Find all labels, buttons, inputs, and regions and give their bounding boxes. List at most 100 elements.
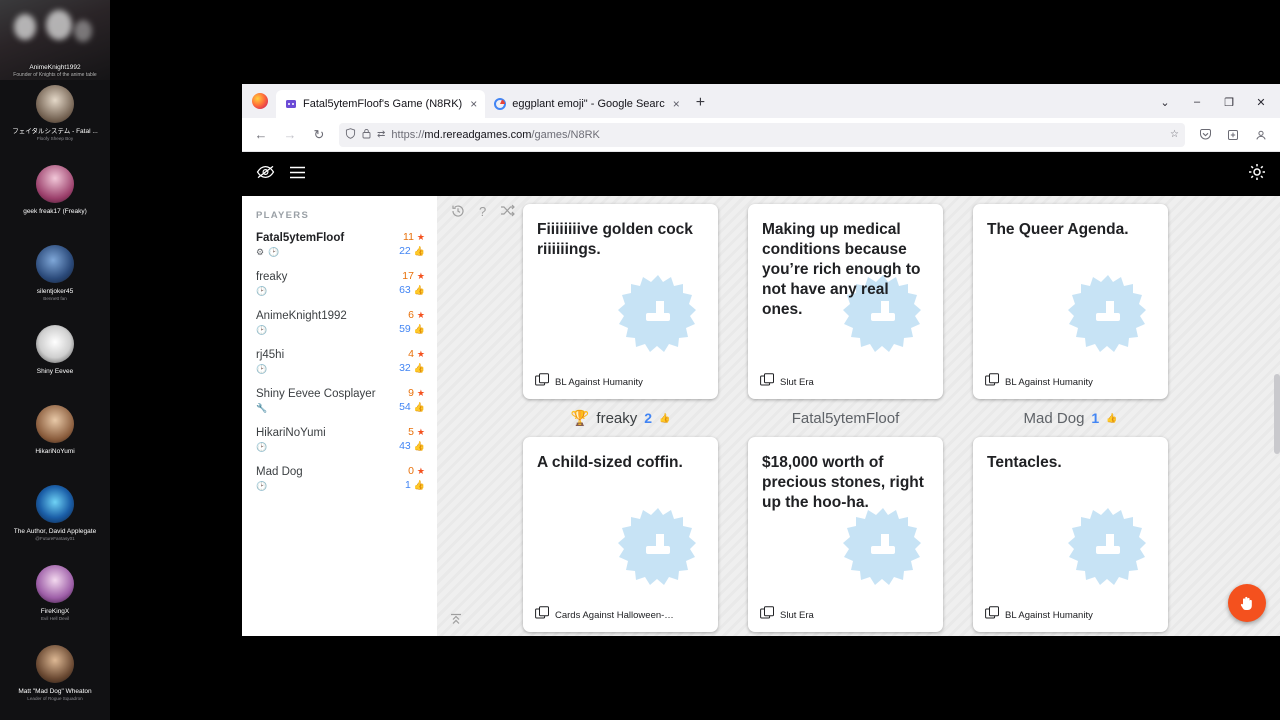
- pocket-icon[interactable]: [1192, 122, 1218, 148]
- browser-window: Fatal5ytemFloof's Game (N8RK) × eggplant…: [242, 84, 1280, 636]
- avatar: [36, 165, 74, 203]
- winner-entry[interactable]: 🏆 freaky 2 👍: [523, 409, 718, 428]
- players-panel: Players Fatal5ytemFloof ⚙ 🕑 11 ★ 22 👍 freak…: [242, 196, 437, 636]
- clock-icon: 🕑: [256, 286, 268, 296]
- player-score: 6 ★: [408, 309, 425, 321]
- tab-title: eggplant emoji" - Google Searc: [512, 98, 665, 110]
- page-scrollbar[interactable]: [1274, 374, 1280, 454]
- deck-label: BL Against Humanity: [1005, 609, 1093, 621]
- question-icon[interactable]: ?: [479, 204, 486, 221]
- collapse-icon[interactable]: [449, 613, 463, 628]
- forward-icon[interactable]: →: [277, 122, 303, 148]
- close-window-button[interactable]: ✕: [1246, 89, 1276, 115]
- save-to-library-icon[interactable]: [1220, 122, 1246, 148]
- stream-entry-sub: @FutureFantasy01: [35, 536, 75, 541]
- hand-icon[interactable]: [1228, 584, 1266, 622]
- star-icon: ★: [416, 387, 425, 398]
- deck-cards-icon: [535, 606, 551, 624]
- close-icon[interactable]: ×: [671, 98, 682, 110]
- winner-name: Fatal5ytemFloof: [791, 409, 900, 427]
- shuffle-icon[interactable]: [500, 204, 516, 221]
- stream-entry[interactable]: FireKingX Evil Hell Devil: [0, 560, 110, 640]
- minimize-button[interactable]: –: [1182, 89, 1212, 115]
- thumbs-up-icon: 👍: [413, 284, 425, 295]
- winner-entry[interactable]: Mad Dog 1 👍: [973, 410, 1168, 427]
- eye-slash-icon[interactable]: [256, 165, 275, 183]
- winner-vote-count: 1: [1091, 410, 1100, 426]
- player-likes: 63 👍: [399, 284, 425, 296]
- avatar: [36, 565, 74, 603]
- tab-google-search[interactable]: eggplant emoji" - Google Searc ×: [485, 90, 688, 118]
- card[interactable]: Fiiiiiiiive golden cock riiiiiings. BL A…: [523, 204, 718, 399]
- player-row[interactable]: HikariNoYumi 🕑 5 ★ 43 👍: [256, 426, 425, 453]
- trophy-icon: 🏆: [570, 410, 590, 427]
- card[interactable]: The Queer Agenda. BL Against Humanity: [973, 204, 1168, 399]
- firefox-logo-icon: [252, 93, 268, 109]
- back-icon[interactable]: ←: [248, 122, 274, 148]
- gear-icon[interactable]: [1248, 163, 1266, 185]
- webcam-highlight: [46, 10, 72, 40]
- tab-list-chevron-down-icon[interactable]: ⌄: [1150, 89, 1180, 115]
- shield-icon[interactable]: [345, 127, 356, 142]
- deck-cards-icon: [760, 606, 776, 624]
- stream-entry[interactable]: The Author, David Applegate @FutureFanta…: [0, 480, 110, 560]
- thumbs-up-icon: 👍: [413, 323, 425, 334]
- card-text: $18,000 worth of precious stones, right …: [762, 454, 924, 511]
- winner-entry[interactable]: Fatal5ytemFloof: [748, 410, 943, 427]
- maximize-button[interactable]: ❐: [1214, 89, 1244, 115]
- card[interactable]: Making up medical conditions because you…: [748, 204, 943, 399]
- stream-sidebar: AnimeKnight1992 Founder of Knights of th…: [0, 0, 110, 720]
- history-icon[interactable]: [451, 204, 465, 221]
- card[interactable]: A child-sized coffin. Cards Against Hall…: [523, 437, 718, 632]
- gear-icon: ⚙: [256, 247, 265, 257]
- bookmark-star-icon[interactable]: ☆: [1170, 129, 1179, 140]
- deck-label: BL Against Humanity: [555, 376, 643, 388]
- card[interactable]: Tentacles. BL Against Humanity: [973, 437, 1168, 632]
- stream-entry[interactable]: HikariNoYumi: [0, 400, 110, 480]
- google-icon: [494, 98, 507, 110]
- player-row[interactable]: Shiny Eevee Cosplayer 🔧 9 ★ 54 👍: [256, 387, 425, 414]
- tracking-icon[interactable]: ⇄: [377, 129, 385, 140]
- card-deck: Slut Era: [760, 606, 814, 624]
- player-likes: 54 👍: [399, 401, 425, 413]
- url-bar[interactable]: ⇄ https://md.rereadgames.com/games/N8RK …: [339, 122, 1185, 147]
- clock-icon: 🕑: [256, 481, 268, 491]
- hamburger-icon[interactable]: [289, 166, 306, 183]
- star-icon: ★: [416, 348, 425, 359]
- card[interactable]: $18,000 worth of precious stones, right …: [748, 437, 943, 632]
- stream-entry[interactable]: Matt "Mad Dog" Wheaton Leader of Rogue S…: [0, 640, 110, 720]
- player-row[interactable]: Mad Dog 🕑 0 ★ 1 👍: [256, 465, 425, 492]
- url-text: https://md.rereadgames.com/games/N8RK: [391, 128, 600, 141]
- app-toolbar-left: [256, 165, 306, 183]
- winner-name: Mad Dog: [1023, 409, 1085, 427]
- card-deck: BL Against Humanity: [985, 373, 1093, 391]
- close-icon[interactable]: ×: [468, 98, 479, 110]
- card-text: Fiiiiiiiive golden cock riiiiiings.: [537, 221, 693, 258]
- player-name: Fatal5ytemFloof: [256, 232, 345, 244]
- player-row[interactable]: freaky 🕑 17 ★ 63 👍: [256, 270, 425, 297]
- account-icon[interactable]: [1248, 122, 1274, 148]
- lock-icon[interactable]: [362, 128, 371, 142]
- stream-entry-sub: Floofy Sheep Boy: [36, 136, 74, 141]
- player-row[interactable]: AnimeKnight1992 🕑 6 ★ 59 👍: [256, 309, 425, 336]
- stream-entry[interactable]: geek freak17 (Freaky): [0, 160, 110, 240]
- stream-entry[interactable]: silentjoker45 Bennett fan: [0, 240, 110, 320]
- player-row[interactable]: rj45hi 🕑 4 ★ 32 👍: [256, 348, 425, 375]
- avatar: [36, 405, 74, 443]
- stream-entry[interactable]: フェイタルシステム - Fatal ... Floofy Sheep Boy: [0, 80, 110, 160]
- board-tools: ?: [451, 204, 516, 221]
- avatar: [36, 325, 74, 363]
- tab-game[interactable]: Fatal5ytemFloof's Game (N8RK) ×: [276, 90, 486, 118]
- cards-area: Fiiiiiiiive golden cock riiiiiings. BL A…: [523, 204, 1270, 632]
- card-text: Making up medical conditions because you…: [762, 221, 921, 318]
- player-row[interactable]: Fatal5ytemFloof ⚙ 🕑 11 ★ 22 👍: [256, 231, 425, 258]
- card-text: Tentacles.: [987, 454, 1062, 471]
- card-text: A child-sized coffin.: [537, 454, 683, 471]
- window-controls: ⌄ – ❐ ✕: [1150, 89, 1280, 115]
- reload-icon[interactable]: ↻: [306, 122, 332, 148]
- stream-entry-sub: Bennett fan: [43, 296, 67, 301]
- new-tab-button[interactable]: +: [696, 94, 705, 112]
- deck-label: Slut Era: [780, 609, 814, 621]
- player-score: 4 ★: [408, 348, 425, 360]
- stream-entry[interactable]: Shiny Eevee: [0, 320, 110, 400]
